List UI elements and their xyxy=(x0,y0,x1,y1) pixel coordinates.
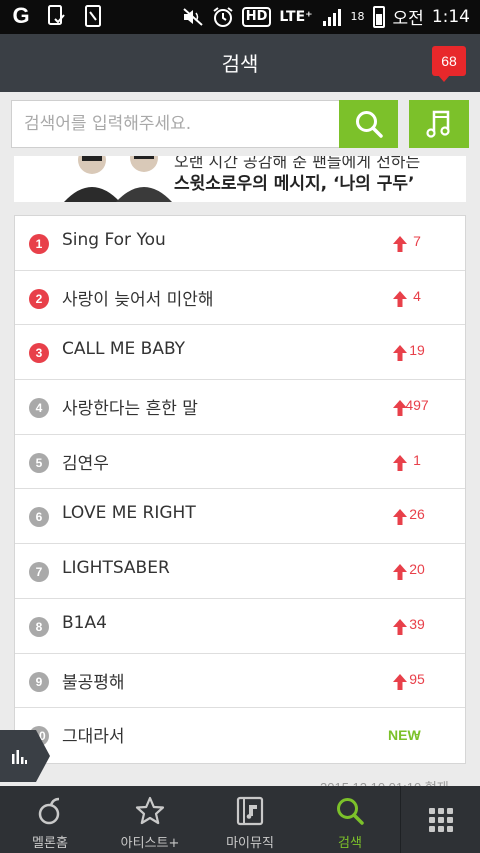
my-music-icon xyxy=(236,796,264,826)
table-row[interactable]: 1 Sing For You 7 xyxy=(15,216,465,271)
rank-change-value: 7 xyxy=(413,233,421,249)
bottom-navigation: 멜론홈 아티스트+ 마이뮤직 검색 xyxy=(0,786,480,853)
title-bar: 검색 68 xyxy=(0,34,480,92)
search-term: LOVE ME RIGHT xyxy=(62,503,196,524)
table-row[interactable]: 3 CALL ME BABY 19 xyxy=(15,325,465,381)
notification-badge[interactable]: 68 xyxy=(432,46,466,82)
search-term: B1A4 xyxy=(62,612,107,633)
table-row[interactable]: 6 LOVE ME RIGHT 26 xyxy=(15,489,465,545)
lte-icon: LTE⁺ xyxy=(279,8,313,25)
rank-badge: 5 xyxy=(29,452,49,473)
rank-badge: 9 xyxy=(29,671,49,692)
nav-more-menu[interactable] xyxy=(400,786,480,853)
phone-check-icon xyxy=(46,5,68,27)
battery-level: 18 xyxy=(350,10,365,23)
bar-chart-icon xyxy=(12,750,27,764)
rank-change-value: - xyxy=(414,725,420,742)
rank-badge: 1 xyxy=(29,234,49,254)
table-row[interactable]: 4 사랑한다는 흔한 말 497 xyxy=(15,380,465,435)
grid-menu-icon xyxy=(428,807,453,832)
music-note-icon xyxy=(426,110,450,138)
rank-badge: 8 xyxy=(29,616,49,637)
rank-change-value: 39 xyxy=(409,615,425,632)
nav-my-music[interactable]: 마이뮤직 xyxy=(200,786,300,853)
nav-search[interactable]: 검색 xyxy=(300,786,400,853)
hd-voice-icon: HD xyxy=(241,6,272,27)
table-row[interactable]: 5 김연우 1 xyxy=(15,435,465,490)
search-term: 사랑한다는 흔한 말 xyxy=(62,399,198,420)
search-term: 불공평해 xyxy=(62,672,125,693)
melon-home-icon xyxy=(38,797,60,825)
table-row[interactable]: 8 B1A4 39 xyxy=(15,599,465,654)
rank-change-value: 20 xyxy=(409,561,425,578)
table-row[interactable]: 9 불공평해 95 xyxy=(15,654,465,709)
search-term: 김연우 xyxy=(62,453,109,474)
status-time: 1:14 xyxy=(431,6,470,27)
search-icon xyxy=(355,111,383,138)
battery-icon xyxy=(372,5,385,28)
search-field[interactable] xyxy=(11,100,339,148)
rank-badge: 6 xyxy=(29,507,49,528)
nav-melon-home[interactable]: 멜론홈 xyxy=(0,786,100,853)
banner-text-line2: 스윗소로우의 메시지, ‘나의 구두’ xyxy=(174,174,415,194)
rank-change-value: 95 xyxy=(409,670,425,687)
alarm-icon xyxy=(212,6,234,28)
table-row[interactable]: 7 LIGHTSABER 20 xyxy=(15,544,465,599)
nav-artist-plus[interactable]: 아티스트+ xyxy=(100,786,200,853)
search-term: 그대라서 xyxy=(62,727,125,748)
nav-label-melon-home: 멜론홈 xyxy=(32,836,68,851)
search-term: LIGHTSABER xyxy=(62,558,170,579)
promo-banner[interactable]: 오랜 시간 공감해 준 팬들에게 전하는 스윗소로우의 메시지, ‘나의 구두’ xyxy=(14,156,466,202)
status-bar: G HD LTE⁺ 18 오전 1:14 xyxy=(0,0,480,34)
signal-icon xyxy=(321,6,343,28)
search-input[interactable] xyxy=(12,101,339,147)
search-term: Sing For You xyxy=(62,230,166,250)
rank-change-value: 26 xyxy=(409,506,425,523)
search-icon xyxy=(337,798,364,825)
rank-change-value: 497 xyxy=(405,397,429,414)
nav-label-my-music: 마이뮤직 xyxy=(226,836,274,851)
rank-badge: 2 xyxy=(29,288,49,309)
rank-badge: 7 xyxy=(29,562,49,583)
screenshot-icon xyxy=(82,5,104,27)
star-icon xyxy=(135,796,165,825)
nav-label-artist-plus: 아티스트+ xyxy=(120,836,180,851)
search-button[interactable] xyxy=(339,100,398,148)
rank-change-value: 19 xyxy=(409,342,425,359)
rank-change-value: 4 xyxy=(413,287,421,304)
rank-change-value: 1 xyxy=(413,451,421,468)
rank-badge: 4 xyxy=(29,398,49,419)
nav-label-search: 검색 xyxy=(338,836,362,851)
search-area xyxy=(0,92,480,156)
table-row[interactable]: 2 사랑이 늦어서 미안해 4 xyxy=(15,271,465,326)
g-logo-icon: G xyxy=(12,3,30,28)
popular-search-list: 1 Sing For You 7 2 사랑이 늦어서 미안해 4 3 CALL ME BABY… xyxy=(14,215,466,764)
search-term: 사랑이 늦어서 미안해 xyxy=(62,289,214,310)
search-term: CALL ME BABY xyxy=(62,339,186,360)
banner-artists-image xyxy=(64,156,172,202)
table-row[interactable]: 10그대라서NEW- xyxy=(15,708,465,763)
music-search-button[interactable] xyxy=(409,100,469,148)
mute-icon xyxy=(182,6,204,28)
status-ampm: 오전 xyxy=(392,9,424,29)
page-title: 검색 xyxy=(221,52,259,76)
rank-badge: 3 xyxy=(29,343,49,364)
